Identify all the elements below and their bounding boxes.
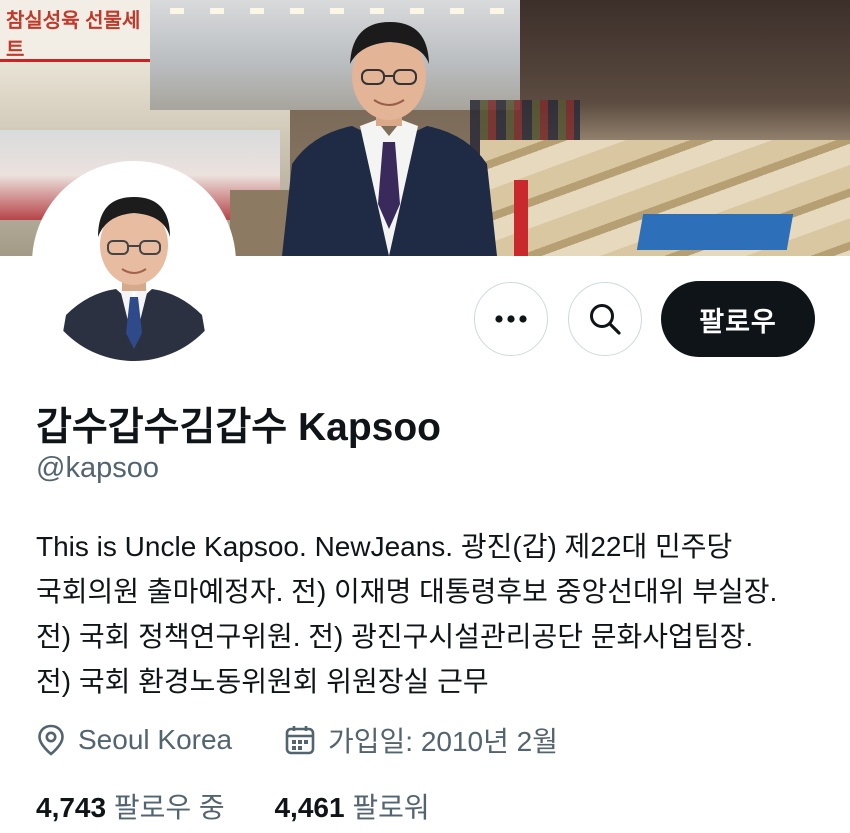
following-link[interactable]: 4,743 팔로우 중: [36, 792, 225, 823]
banner-sign-text: 참실성육 선물세트: [6, 10, 141, 61]
bio-line: 전) 국회 환경노동위원회 위원장실 근무: [36, 666, 489, 697]
bio-line: 국회의원 출마예정자. 전) 이재명 대통령후보 중앙선대위 부실장.: [36, 576, 778, 607]
following-count: 4,743: [36, 792, 107, 823]
following-label: 팔로우 중: [113, 792, 225, 823]
display-name: 갑수갑수김갑수 Kapsoo: [36, 406, 442, 449]
banner-red-post: [514, 180, 528, 256]
profile-location: Seoul Korea: [36, 718, 232, 762]
profile-stats: 4,743 팔로우 중 4,461 팔로워: [36, 786, 472, 826]
banner-blue-crate: [636, 214, 794, 250]
location-text: Seoul Korea: [78, 724, 233, 755]
profile-bio: This is Uncle Kapsoo. NewJeans. 광진(갑) 제2…: [36, 524, 826, 704]
followers-link[interactable]: 4,461 팔로워: [274, 792, 429, 823]
banner-sign: 참실성육 선물세트: [0, 0, 150, 62]
followers-count: 4,461: [274, 792, 345, 823]
profile-avatar[interactable]: [36, 165, 232, 361]
avatar-photo: [36, 165, 232, 361]
follow-button[interactable]: 팔로우: [661, 281, 815, 357]
more-button[interactable]: [474, 282, 548, 356]
user-handle: @kapsoo: [36, 452, 159, 484]
banner-person: [282, 22, 497, 256]
calendar-icon: [285, 726, 315, 755]
more-horizontal-icon: [495, 315, 527, 323]
bio-line: 전) 국회 정책연구위원. 전) 광진구시설관리공단 문화사업팀장.: [36, 621, 754, 652]
bio-line: This is Uncle Kapsoo. NewJeans. 광진(갑) 제2…: [36, 531, 733, 562]
search-button[interactable]: [568, 282, 642, 356]
join-date-text: 가입일: 2010년 2월: [328, 726, 558, 757]
profile-join-date: 가입일: 2010년 2월: [284, 718, 558, 762]
followers-label: 팔로워: [352, 792, 430, 823]
map-pin-icon: [38, 724, 64, 756]
search-icon: [590, 304, 621, 335]
